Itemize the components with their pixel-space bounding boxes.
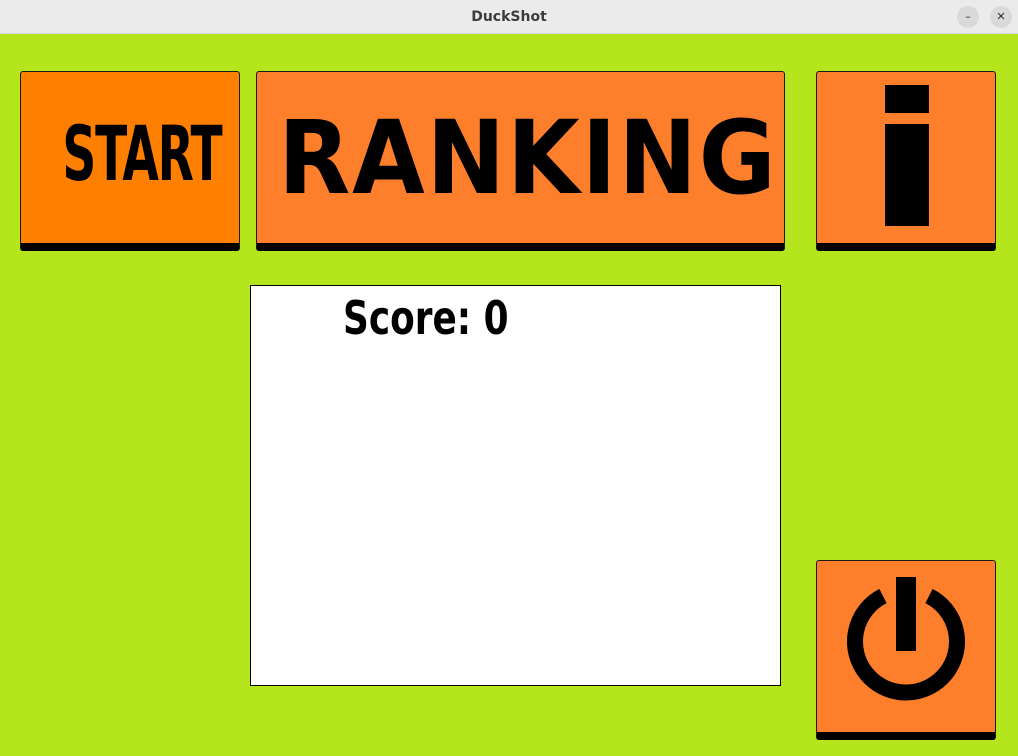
- minimize-button[interactable]: –: [957, 6, 979, 28]
- ranking-button[interactable]: RANKING: [256, 71, 785, 251]
- start-button[interactable]: START: [20, 71, 240, 251]
- score-label: Score: 0: [343, 291, 509, 345]
- score-panel: Score: 0: [250, 285, 781, 686]
- game-window: DuckShot – ✕ START RANKING Score: 0: [0, 0, 1018, 756]
- ranking-label: RANKING: [278, 99, 778, 218]
- minimize-icon: –: [965, 10, 971, 23]
- info-icon-dot: [885, 85, 929, 113]
- start-label: START: [62, 109, 222, 198]
- close-button[interactable]: ✕: [990, 6, 1012, 28]
- window-title: DuckShot: [471, 9, 547, 25]
- close-icon: ✕: [996, 10, 1006, 23]
- title-bar: DuckShot – ✕: [0, 0, 1018, 34]
- info-button[interactable]: [816, 71, 996, 251]
- power-icon: [847, 577, 965, 701]
- info-icon-stem: [885, 124, 929, 226]
- power-button[interactable]: [816, 560, 996, 740]
